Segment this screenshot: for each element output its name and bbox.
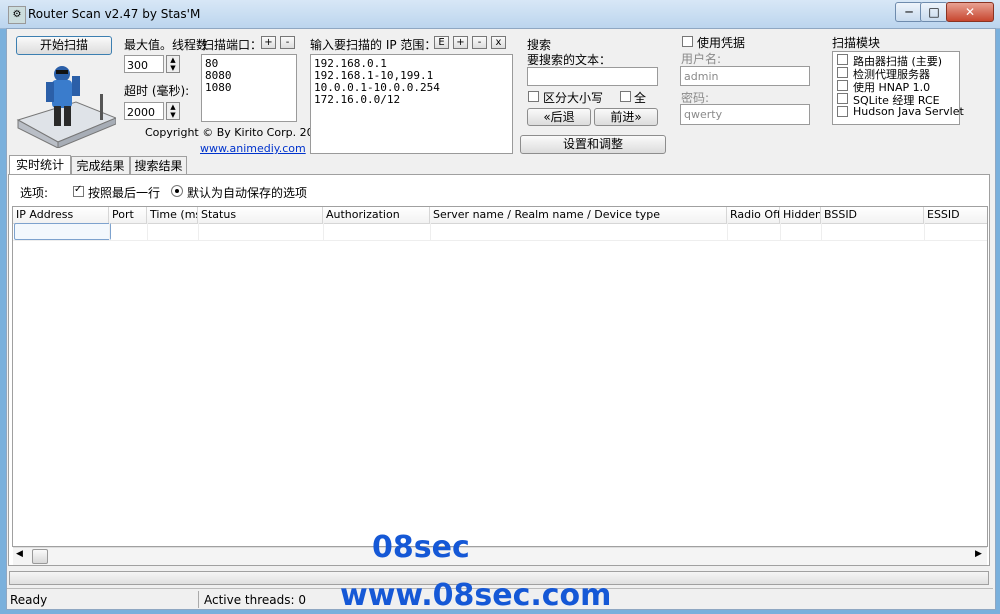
tab-realtime-stats[interactable]: 实时统计	[9, 155, 71, 175]
ip-range-label: 输入要扫描的 IP 范围：	[310, 38, 437, 52]
remove-port-button[interactable]: -	[280, 36, 295, 49]
ip-range-list[interactable]: 192.168.0.1 192.168.1-10,199.1 10.0.0.1-…	[310, 54, 513, 154]
timeout-field[interactable]: 2000	[124, 102, 164, 120]
edit-range-button[interactable]: E	[434, 36, 449, 49]
module-checkbox[interactable]	[837, 80, 848, 91]
all-label: 全	[634, 91, 647, 105]
back-button[interactable]: «后退	[527, 108, 591, 126]
maximize-button[interactable]: □	[920, 2, 948, 22]
max-threads-spinner[interactable]: ▲ ▼	[166, 55, 180, 73]
port-item[interactable]: 1080	[205, 82, 293, 94]
column-header-hidden[interactable]: Hidden	[780, 207, 821, 223]
selected-cell[interactable]	[14, 223, 111, 240]
module-item[interactable]: 使用 HNAP 1.0	[837, 79, 955, 94]
tab-search-results[interactable]: 搜索结果	[130, 156, 187, 174]
clear-ranges-button[interactable]: x	[491, 36, 506, 49]
timeout-spinner[interactable]: ▲ ▼	[166, 102, 180, 120]
column-header-server-name[interactable]: Server name / Realm name / Device type	[430, 207, 727, 223]
module-checkbox[interactable]	[837, 106, 848, 117]
window-title: Router Scan v2.47 by Stas'M	[28, 7, 201, 21]
scan-modules-heading: 扫描模块	[832, 36, 881, 50]
ports-label: 扫描端口：	[202, 38, 263, 52]
start-scan-button[interactable]: 开始扫描	[16, 36, 112, 55]
search-input[interactable]	[527, 67, 658, 86]
ip-range-item[interactable]: 172.16.0.0/12	[314, 94, 509, 106]
follow-last-label: 按照最后一行	[88, 186, 161, 200]
case-sensitive-label: 区分大小写	[543, 91, 604, 105]
column-header-port[interactable]: Port	[109, 207, 147, 223]
add-port-button[interactable]: +	[261, 36, 276, 49]
minimize-button[interactable]: ─	[895, 2, 923, 22]
column-header-radio-off[interactable]: Radio Off	[727, 207, 780, 223]
search-text-label: 要搜索的文本：	[527, 53, 612, 67]
module-checkbox[interactable]	[837, 67, 848, 78]
table-row[interactable]	[13, 223, 987, 241]
forward-button[interactable]: 前进»	[594, 108, 658, 126]
remove-range-button[interactable]: -	[472, 36, 487, 49]
add-range-button[interactable]: +	[453, 36, 468, 49]
all-checkbox[interactable]	[620, 91, 631, 102]
module-item[interactable]: Hudson Java Servlet	[837, 105, 964, 118]
module-item[interactable]: 检测代理服务器	[837, 66, 955, 81]
max-threads-label: 最大值。线程数	[124, 38, 209, 52]
watermark-logo: 08sec	[372, 530, 470, 565]
max-threads-field[interactable]: 300	[124, 55, 164, 73]
column-header-time[interactable]: Time (ms)	[147, 207, 198, 223]
spin-down-icon[interactable]: ▼	[167, 64, 179, 72]
autosave-label: 默认为自动保存的选项	[187, 186, 308, 200]
timeout-label: 超时 (毫秒):	[124, 84, 190, 98]
spin-up-icon[interactable]: ▲	[167, 56, 179, 64]
title-bar: ⚙ Router Scan v2.47 by Stas'M ─ □ ✕	[0, 0, 1000, 29]
autosave-radio[interactable]	[171, 185, 183, 197]
status-text: Ready	[10, 593, 48, 607]
website-link[interactable]: www.animediy.com	[200, 142, 306, 155]
scroll-left-icon[interactable]: ◀	[16, 549, 23, 559]
use-credentials-label: 使用凭据	[697, 36, 746, 50]
horizontal-scrollbar[interactable]	[13, 547, 987, 565]
spin-down-icon[interactable]: ▼	[167, 111, 179, 119]
tab-completed-results[interactable]: 完成结果	[71, 156, 130, 174]
spin-up-icon[interactable]: ▲	[167, 103, 179, 111]
column-header-authorization[interactable]: Authorization	[323, 207, 430, 223]
app-icon: ⚙	[8, 6, 26, 24]
follow-last-checkbox[interactable]	[73, 184, 84, 197]
scan-modules-list[interactable]: 路由器扫描 (主要) 检测代理服务器 使用 HNAP 1.0 SQLite 经理…	[832, 51, 964, 125]
column-header-ip[interactable]: IP Address	[13, 207, 109, 223]
module-checkbox[interactable]	[837, 93, 848, 104]
copyright-text: Copyright © By Kirito Corp. 2014	[145, 126, 328, 139]
watermark-url: www.08sec.com	[340, 578, 612, 613]
mascot-logo	[16, 58, 118, 149]
close-button[interactable]: ✕	[946, 2, 994, 22]
settings-button[interactable]: 设置和调整	[520, 135, 666, 154]
password-field[interactable]: qwerty	[680, 104, 810, 125]
column-header-essid[interactable]: ESSID	[924, 207, 987, 223]
ports-list[interactable]: 80 8080 1080	[201, 54, 297, 122]
module-item[interactable]: SQLite 经理 RCE	[837, 92, 955, 107]
results-table[interactable]	[12, 206, 988, 547]
scroll-right-icon[interactable]: ▶	[975, 549, 982, 559]
active-threads-text: Active threads: 0	[204, 593, 307, 607]
options-label: 选项:	[20, 186, 49, 200]
scrollbar-thumb[interactable]	[32, 549, 48, 564]
module-checkbox[interactable]	[837, 54, 848, 65]
username-field[interactable]: admin	[680, 66, 810, 86]
column-header-status[interactable]: Status	[198, 207, 323, 223]
use-credentials-checkbox[interactable]	[682, 36, 693, 47]
module-item[interactable]: 路由器扫描 (主要)	[837, 53, 955, 68]
username-label: 用户名:	[681, 52, 722, 66]
case-sensitive-checkbox[interactable]	[528, 91, 539, 102]
column-header-bssid[interactable]: BSSID	[821, 207, 924, 223]
